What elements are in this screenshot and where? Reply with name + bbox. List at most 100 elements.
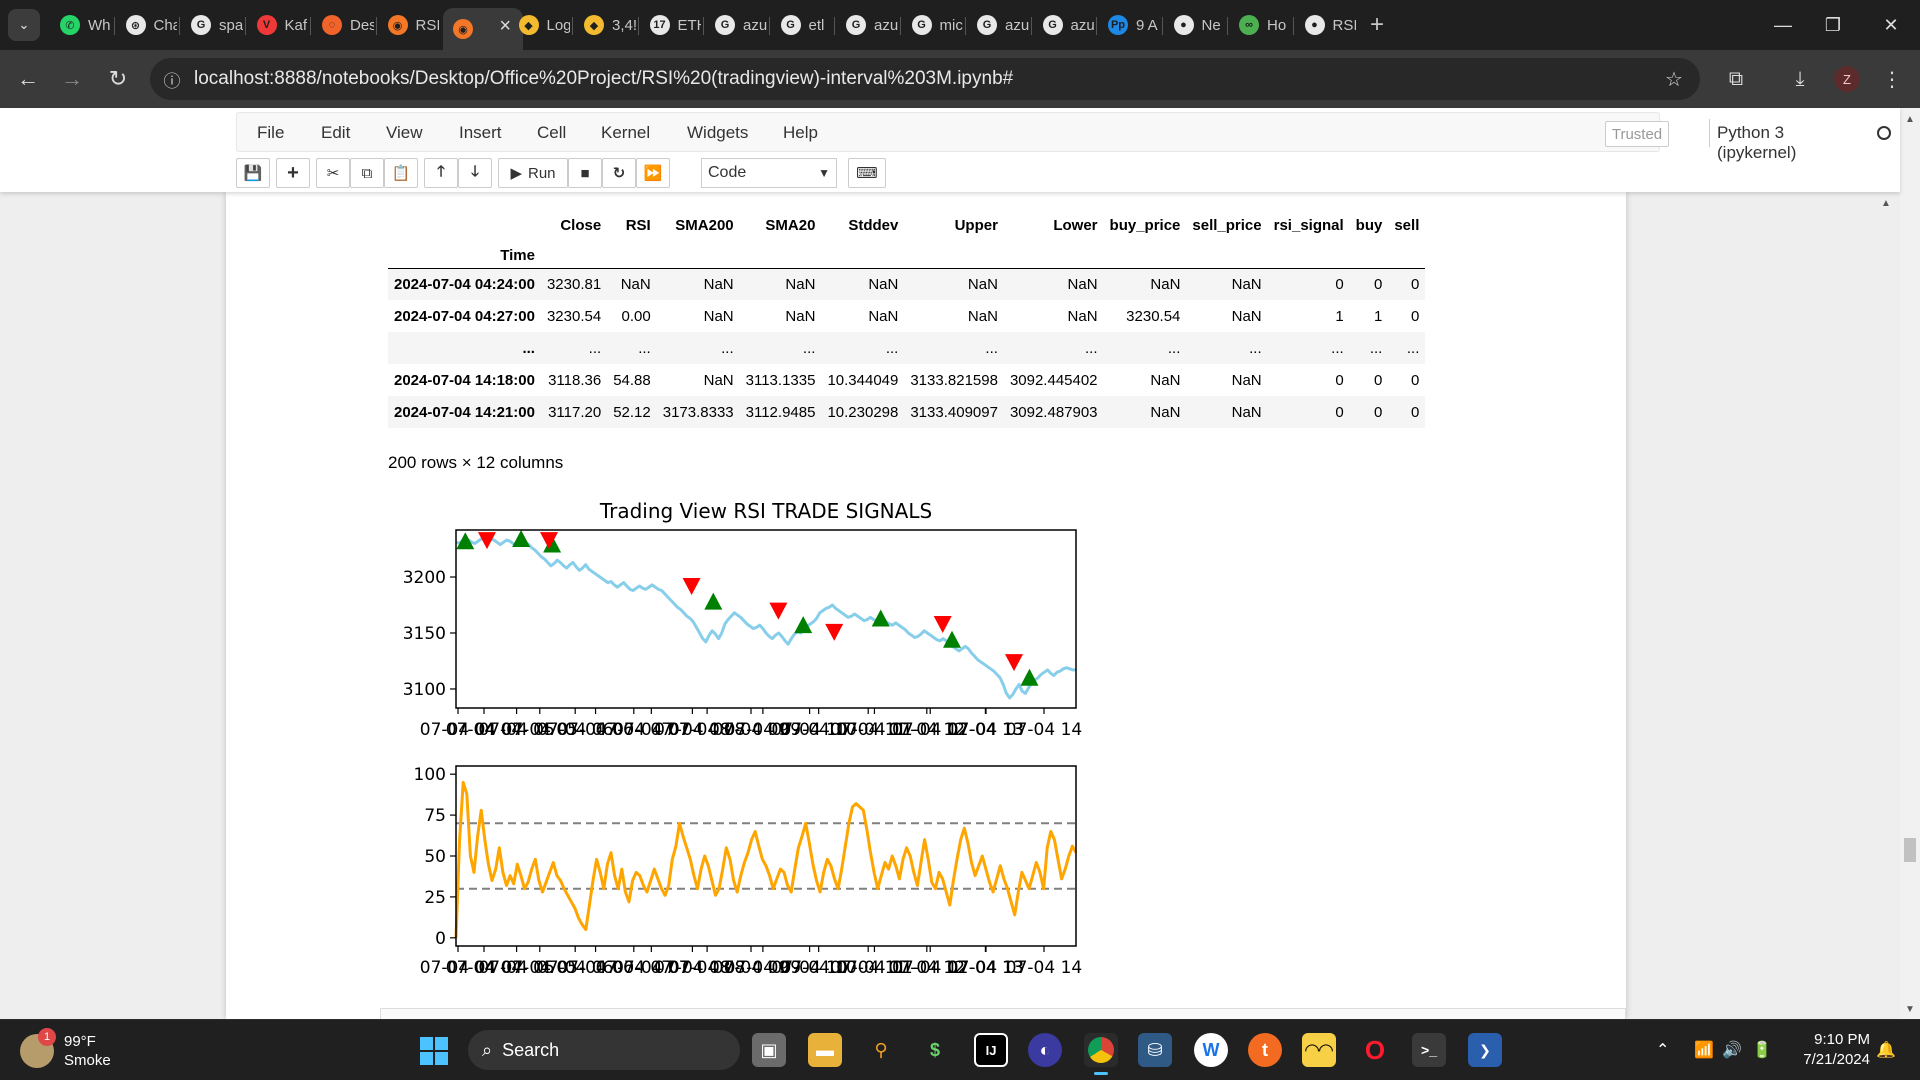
- menu-edit[interactable]: Edit: [321, 123, 350, 143]
- inner-scrollbar[interactable]: ▲: [1876, 198, 1892, 1019]
- run-button[interactable]: ▶ Run: [498, 158, 568, 188]
- terminal-icon[interactable]: >_: [1412, 1033, 1446, 1067]
- volume-icon[interactable]: 🔊: [1722, 1040, 1742, 1060]
- dollar-app-icon[interactable]: $: [918, 1033, 952, 1067]
- extensions-icon[interactable]: ⧉: [1720, 63, 1752, 95]
- browser-tab[interactable]: ◆ 3,4!: [574, 8, 636, 42]
- file-explorer-icon[interactable]: ▬: [808, 1033, 842, 1067]
- page-scrollbar[interactable]: ▲ ▼: [1900, 108, 1920, 1019]
- command-palette-button[interactable]: ⌨: [848, 158, 886, 188]
- tab-separator: [1161, 17, 1163, 35]
- menu-widgets[interactable]: Widgets: [687, 123, 748, 143]
- clock[interactable]: 9:10 PM 7/21/2024: [1792, 1030, 1870, 1070]
- browser-tab[interactable]: ✆ Wh: [50, 8, 112, 42]
- copy-button[interactable]: ⧉: [350, 158, 384, 188]
- interrupt-button[interactable]: ■: [568, 158, 602, 188]
- move-down-button[interactable]: 🡓: [458, 158, 492, 188]
- menu-kernel[interactable]: Kernel: [601, 123, 650, 143]
- browser-tab[interactable]: ● RSI: [1295, 8, 1356, 42]
- browser-tab[interactable]: Pp 9 A: [1098, 8, 1160, 42]
- address-bar[interactable]: ⓘ localhost:8888/notebooks/Desktop/Offic…: [150, 58, 1700, 100]
- back-button[interactable]: ←: [12, 63, 44, 95]
- browser-tab[interactable]: V Kaf: [247, 8, 309, 42]
- save-button[interactable]: 💾: [236, 158, 270, 188]
- kernel-separator: [1709, 119, 1710, 147]
- mysql-workbench-icon[interactable]: ⛁: [1138, 1033, 1172, 1067]
- search-app-icon[interactable]: ⚲: [864, 1033, 898, 1067]
- menu-help[interactable]: Help: [783, 123, 818, 143]
- tab-label: azu: [874, 16, 898, 34]
- browser-tab[interactable]: ◉ RSI: [378, 8, 439, 42]
- notification-bell-icon[interactable]: 🔔: [1876, 1040, 1896, 1060]
- table-cell: 3113.1335: [745, 371, 816, 389]
- tab-label: Cha: [153, 16, 178, 34]
- scroll-down-icon[interactable]: ▼: [1905, 1004, 1915, 1015]
- reload-button[interactable]: ↻: [102, 63, 134, 95]
- menu-view[interactable]: View: [386, 123, 423, 143]
- menu-file[interactable]: File: [257, 123, 284, 143]
- index-spacer: [821, 244, 905, 269]
- site-info-icon[interactable]: ⓘ: [150, 67, 194, 92]
- chrome-icon[interactable]: [1084, 1033, 1118, 1067]
- powershell-icon[interactable]: ❯: [1468, 1033, 1502, 1067]
- browser-tab[interactable]: ⊛ Cha: [116, 8, 178, 42]
- restart-button[interactable]: ↻: [602, 158, 636, 188]
- menu-kebab-icon[interactable]: ⋮: [1876, 63, 1908, 95]
- insert-cell-button[interactable]: +: [276, 158, 310, 188]
- glasses-app-icon[interactable]: ◠◠: [1302, 1033, 1336, 1067]
- chevron-up-icon[interactable]: ⌃: [1656, 1040, 1669, 1060]
- table-row: 2024-07-04 04:27:00 3230.54 0.00 NaN NaN NaN N…: [388, 300, 1425, 332]
- arrow-left-icon: ←: [17, 66, 39, 91]
- browser-tab[interactable]: Gazu: [967, 8, 1029, 42]
- browser-tab[interactable]: 17 ETH: [640, 8, 701, 42]
- t-app-icon[interactable]: t: [1248, 1033, 1282, 1067]
- profile-avatar[interactable]: Z: [1834, 66, 1860, 92]
- browser-tab[interactable]: Gspa: [181, 8, 243, 42]
- browser-tab[interactable]: ● Ne: [1164, 8, 1226, 42]
- browser-tab[interactable]: ∞ Ho: [1229, 8, 1291, 42]
- jetbrains-icon[interactable]: IJ: [974, 1033, 1008, 1067]
- y-tick-label: 3200: [403, 568, 446, 588]
- paste-button[interactable]: 📋: [384, 158, 418, 188]
- tab-label: etl: [808, 16, 825, 34]
- tab-search-button[interactable]: ⌄: [8, 9, 40, 41]
- series-line: [455, 535, 1077, 700]
- move-up-button[interactable]: 🡑: [424, 158, 458, 188]
- browser-tab[interactable]: ◆ Log: [509, 8, 570, 42]
- windows-start-icon[interactable]: [420, 1037, 448, 1065]
- word-icon[interactable]: W: [1194, 1033, 1228, 1067]
- forward-button[interactable]: →: [56, 63, 88, 95]
- download-icon[interactable]: ⤓: [1784, 63, 1816, 95]
- column-header: Stddev: [848, 216, 899, 234]
- scrollbar-thumb[interactable]: [1904, 838, 1916, 862]
- eclipse-icon[interactable]: ◐: [1028, 1033, 1062, 1067]
- restore-button[interactable]: ❐: [1804, 0, 1862, 50]
- cell-type-select[interactable]: Code ▼: [701, 158, 837, 188]
- browser-tab[interactable]: Gazu: [836, 8, 898, 42]
- search-label: Search: [502, 1039, 560, 1060]
- restart-run-all-button[interactable]: ⏩: [636, 158, 670, 188]
- menu-cell[interactable]: Cell: [537, 123, 566, 143]
- browser-tab[interactable]: Gazu: [1033, 8, 1094, 42]
- opera-icon[interactable]: O: [1358, 1033, 1392, 1067]
- task-view-icon[interactable]: ▣: [752, 1033, 786, 1067]
- weather-widget[interactable]: 1 99°F Smoke: [20, 1028, 111, 1070]
- kernel-name[interactable]: Python 3 (ipykernel): [1717, 123, 1796, 163]
- wifi-icon[interactable]: 📶: [1694, 1040, 1714, 1060]
- taskbar-search[interactable]: ⌕ Search: [468, 1030, 740, 1070]
- scroll-up-icon[interactable]: ▲: [1881, 198, 1891, 209]
- close-window-button[interactable]: ✕: [1862, 0, 1920, 50]
- tab-label: Ne: [1201, 16, 1221, 34]
- trusted-badge[interactable]: Trusted: [1605, 121, 1669, 147]
- y-tick-label: 75: [424, 806, 446, 826]
- browser-tab[interactable]: Gazu: [705, 8, 767, 42]
- browser-tab[interactable]: ◌ Des: [312, 8, 374, 42]
- browser-tab[interactable]: Getl: [771, 8, 833, 42]
- scroll-up-icon[interactable]: ▲: [1905, 114, 1915, 125]
- new-tab-button[interactable]: +: [1360, 8, 1400, 42]
- cut-button[interactable]: ✂: [316, 158, 350, 188]
- menu-insert[interactable]: Insert: [459, 123, 502, 143]
- bookmark-star-icon[interactable]: ☆: [1658, 63, 1690, 95]
- browser-tab[interactable]: Gmic: [902, 8, 964, 42]
- battery-icon[interactable]: 🔋: [1752, 1040, 1772, 1060]
